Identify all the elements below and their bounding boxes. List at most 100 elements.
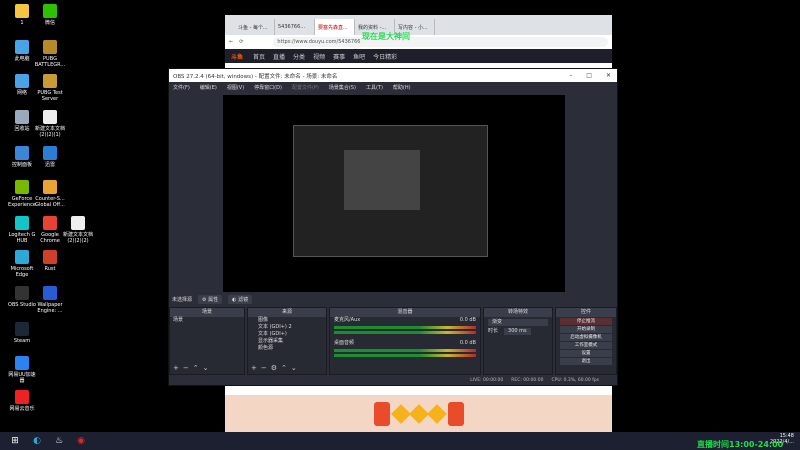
desktop-icon-label: Counter-S... Global Off... xyxy=(35,196,65,208)
url-field[interactable]: https://www.douyu.com/5436766 xyxy=(273,37,608,47)
menu-item[interactable]: 文件(F) xyxy=(173,84,190,91)
volume-slider[interactable] xyxy=(334,354,476,357)
filters-button[interactable]: ◐ 滤镜 xyxy=(228,294,253,304)
add-icon[interactable]: + xyxy=(173,364,179,372)
desktop-icon-label: 此电脑 xyxy=(14,56,30,62)
controls-dock: 控件 停止推流 开始录制 启动虚拟摄像机 工作室模式 设置 退出 xyxy=(555,307,617,375)
browser-tab[interactable]: 斗鱼 - 每个... xyxy=(235,19,275,35)
dock-title: 转场特效 xyxy=(484,308,552,317)
stop-streaming-button[interactable]: 停止推流 xyxy=(560,318,612,325)
source-toolbar: 未选择源 ⚙ 属性 ◐ 滤镜 xyxy=(169,294,619,304)
app-icon xyxy=(15,74,29,88)
down-icon[interactable]: ⌄ xyxy=(291,364,297,372)
source-item[interactable]: 文本 (GDI+) 2 xyxy=(248,324,326,331)
gold-ingot-icon xyxy=(390,404,411,424)
nav-item[interactable]: 今日精彩 xyxy=(373,52,397,61)
preview-nested-capture xyxy=(293,125,488,257)
menu-item[interactable]: 工具(T) xyxy=(366,84,383,91)
app-icon xyxy=(15,40,29,54)
gold-ingot-icon xyxy=(408,404,429,424)
obs-window[interactable]: OBS 27.2.4 (64-bit, windows) - 配置文件: 未命名… xyxy=(168,68,618,386)
app-icon xyxy=(15,216,29,230)
live-status: LIVE: 00:00:00 xyxy=(470,377,504,383)
sources-dock: 来源 图像 文本 (GDI+) 2 文本 (GDI+) 显示器采集 颜色源 + −… xyxy=(247,307,327,375)
app-icon xyxy=(43,74,57,88)
duration-field[interactable]: 300 ms xyxy=(504,328,531,335)
promo-banner[interactable] xyxy=(225,395,612,432)
source-item[interactable]: 文本 (GDI+) xyxy=(248,331,326,338)
desktop-icon-label: 新建文本文档 (2)(2)(1) xyxy=(34,126,65,138)
menu-item[interactable]: 帮助(H) xyxy=(393,84,411,91)
reload-icon[interactable]: ⟳ xyxy=(239,39,243,45)
nav-item[interactable]: 鱼吧 xyxy=(353,52,365,61)
gold-ingot-icon xyxy=(426,404,447,424)
settings-button[interactable]: 设置 xyxy=(560,350,612,357)
desktop-icon-label: PUBG BATTLEGR... xyxy=(34,56,66,68)
source-item[interactable]: 图像 xyxy=(248,317,326,324)
nav-item[interactable]: 赛事 xyxy=(333,52,345,61)
volume-slider[interactable] xyxy=(334,331,476,334)
start-icon[interactable]: ⊞ xyxy=(8,434,22,448)
site-logo[interactable]: 斗鱼 xyxy=(231,52,243,61)
start-recording-button[interactable]: 开始录制 xyxy=(560,326,612,333)
close-icon[interactable]: ✕ xyxy=(606,72,611,79)
scenes-dock: 场景 场景 + − ⌃ ⌄ xyxy=(169,307,245,375)
duration-label: 时长 xyxy=(488,328,499,334)
up-icon[interactable]: ⌃ xyxy=(281,364,287,372)
steam-icon[interactable]: ♨ xyxy=(52,434,66,448)
menu-item[interactable]: 视图(V) xyxy=(227,84,244,91)
minimize-icon[interactable]: – xyxy=(569,72,572,79)
address-bar-row: ← ⟳ https://www.douyu.com/5436766 xyxy=(225,35,612,49)
menu-item[interactable]: 配置文件(P) xyxy=(292,84,319,91)
down-icon[interactable]: ⌄ xyxy=(203,364,209,372)
remove-icon[interactable]: − xyxy=(261,364,267,372)
app-icon xyxy=(43,180,57,194)
desktop-icon[interactable]: Rust xyxy=(30,248,70,288)
back-icon[interactable]: ← xyxy=(229,39,233,45)
nav-item[interactable]: 首页 xyxy=(253,52,265,61)
nav-item[interactable]: 视频 xyxy=(313,52,325,61)
app-icon xyxy=(15,390,29,404)
gear-icon[interactable]: ⚙ xyxy=(271,364,277,372)
obs-icon[interactable]: ◉ xyxy=(74,434,88,448)
source-item[interactable]: 显示器采集 xyxy=(248,338,326,345)
edge-icon[interactable]: ◐ xyxy=(30,434,44,448)
app-icon xyxy=(15,180,29,194)
scene-tools: + − ⌃ ⌄ xyxy=(173,364,209,372)
studio-mode-button[interactable]: 工作室模式 xyxy=(560,342,612,349)
nav-item[interactable]: 分类 xyxy=(293,52,305,61)
desktop-icon-label: 网易云音乐 xyxy=(9,406,35,412)
desktop-icon[interactable]: 网易云音乐 xyxy=(2,388,42,428)
app-icon xyxy=(43,286,57,300)
desktop-icon[interactable]: Wallpaper Engine: ... xyxy=(30,284,70,324)
cpu-status: CPU: 0.3%, 60.00 fps xyxy=(551,377,600,383)
desktop-icon[interactable]: 微信 xyxy=(30,2,70,42)
up-icon[interactable]: ⌃ xyxy=(193,364,199,372)
browser-tab[interactable]: 5436766... xyxy=(275,19,315,35)
no-source-label: 未选择源 xyxy=(172,296,193,303)
properties-button[interactable]: ⚙ 属性 xyxy=(198,294,223,304)
desktop-icon[interactable]: 新建文本文档 (2)(2)(1) xyxy=(30,108,70,148)
dock-title: 混音器 xyxy=(330,308,480,317)
remove-icon[interactable]: − xyxy=(183,364,189,372)
virtual-camera-button[interactable]: 启动虚拟摄像机 xyxy=(560,334,612,341)
maximize-icon[interactable]: □ xyxy=(586,72,592,79)
menu-item[interactable]: 场景集合(S) xyxy=(329,84,356,91)
scene-item[interactable]: 场景 xyxy=(170,317,244,324)
obs-preview[interactable] xyxy=(223,95,565,292)
nav-item[interactable]: 直播 xyxy=(273,52,285,61)
add-icon[interactable]: + xyxy=(251,364,257,372)
desktop-icon[interactable]: Counter-S... Global Off... xyxy=(30,178,70,218)
desktop-icon[interactable]: PUBG Test Server xyxy=(30,72,70,112)
app-icon xyxy=(15,322,29,336)
app-icon xyxy=(15,356,29,370)
source-item[interactable]: 颜色源 xyxy=(248,345,326,352)
browser-tab-active[interactable]: 要塞先森直... xyxy=(315,19,355,35)
menu-item[interactable]: 停靠窗口(D) xyxy=(254,84,282,91)
menu-item[interactable]: 编辑(E) xyxy=(200,84,217,91)
exit-button[interactable]: 退出 xyxy=(560,358,612,365)
site-nav: 斗鱼 首页 直播 分类 视频 赛事 鱼吧 今日精彩 xyxy=(225,49,612,63)
transition-type[interactable]: 渐变 xyxy=(488,319,548,326)
desktop-icon-label: PUBG Test Server xyxy=(37,90,63,102)
app-icon xyxy=(71,216,85,230)
